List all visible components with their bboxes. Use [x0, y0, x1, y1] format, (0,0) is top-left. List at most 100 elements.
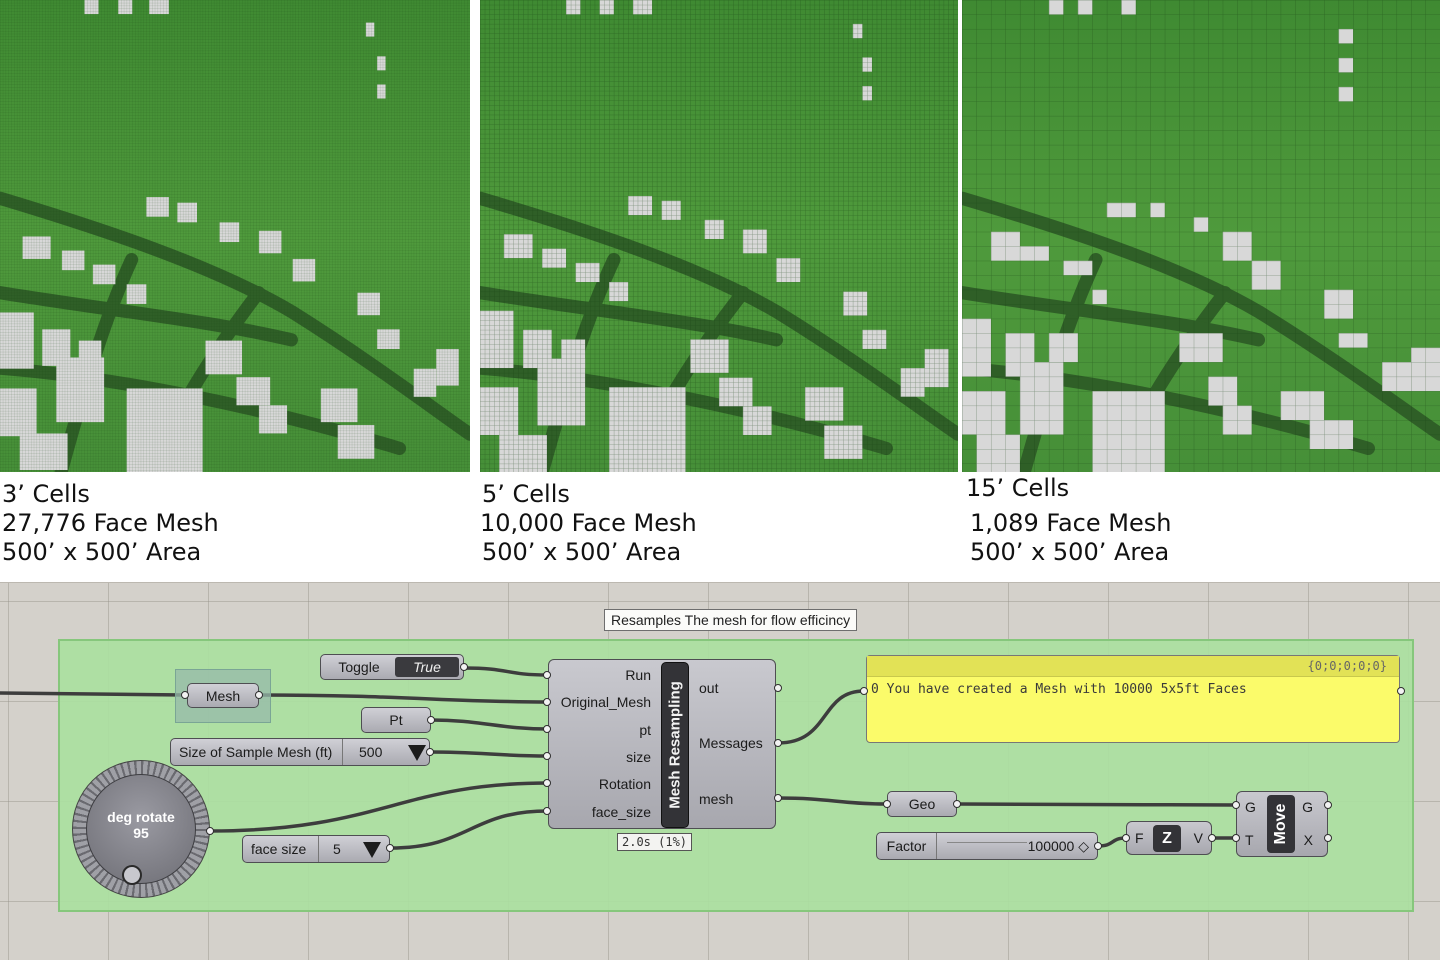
wire-toggle-run — [462, 666, 550, 677]
mesh-grid — [0, 0, 470, 472]
input-rotation[interactable]: Rotation — [599, 776, 651, 792]
dial-output-grip[interactable] — [206, 827, 214, 835]
caption-face-count: 1,089 Face Mesh — [970, 509, 1172, 537]
rotation-dial[interactable]: deg rotate 95 — [86, 774, 196, 884]
mesh-resampling-component[interactable]: Run Original_Mesh pt size Rotation face_… — [548, 659, 776, 829]
input-original-mesh[interactable]: Original_Mesh — [561, 694, 651, 710]
output-messages[interactable]: Messages — [699, 735, 763, 751]
output-mesh[interactable]: mesh — [699, 791, 733, 807]
toggle-output-grip[interactable] — [460, 663, 468, 671]
message-panel[interactable]: {0;0;0;0;0} 0 You have created a Mesh wi… — [866, 655, 1400, 743]
face-size-output-grip[interactable] — [386, 844, 394, 852]
figure-root: 3’ Cells 27,776 Face Mesh 500’ x 500’ Ar… — [0, 0, 1440, 960]
panel-input-grip[interactable] — [860, 687, 868, 695]
run-input-grip[interactable] — [543, 671, 551, 679]
move-component[interactable]: G T Move G X — [1236, 791, 1328, 857]
toggle-label: Toggle — [338, 659, 380, 675]
pt-input-grip[interactable] — [543, 725, 551, 733]
unit-z-input-label[interactable]: F — [1135, 830, 1144, 846]
component-name: Mesh Resampling — [666, 681, 684, 809]
slider-track[interactable] — [947, 842, 1027, 852]
face-size-number-slider[interactable]: face size 5 — [242, 835, 390, 863]
caption-5ft: 5’ Cells 10,000 Face Mesh 500’ x 500’ Ar… — [480, 480, 697, 567]
factor-number-slider[interactable]: Factor 100000 ◇ — [876, 832, 1098, 860]
component-name-bar: Mesh Resampling — [661, 662, 689, 828]
caption-area: 500’ x 500’ Area — [482, 538, 682, 566]
wire-geo-move — [955, 802, 1238, 807]
profiler-timing: 2.0s (1%) — [617, 833, 693, 851]
caption-cell-size: 3’ Cells — [2, 480, 90, 508]
wire-pt — [429, 718, 550, 731]
caption-face-count: 27,776 Face Mesh — [2, 509, 219, 537]
geometry-parameter[interactable]: Geo — [887, 791, 957, 817]
wire-facesize — [388, 809, 550, 850]
geo-output-grip[interactable] — [953, 800, 961, 808]
mesh-input-grip[interactable] — [181, 691, 189, 699]
original-mesh-input-grip[interactable] — [543, 698, 551, 706]
move-output-transform[interactable]: X — [1304, 832, 1313, 848]
caption-area: 500’ x 500’ Area — [2, 538, 202, 566]
caption-cell-size: 5’ Cells — [482, 480, 570, 508]
input-run[interactable]: Run — [625, 667, 651, 683]
size-slider-label: Size of Sample Mesh (ft) — [171, 739, 343, 765]
input-size[interactable]: size — [626, 749, 651, 765]
messages-output-grip[interactable] — [774, 739, 782, 747]
dropdown-arrow-icon[interactable] — [363, 842, 381, 858]
pt-param-label: Pt — [389, 712, 403, 728]
mesh-output-grip[interactable] — [255, 691, 263, 699]
move-x-output-grip[interactable] — [1324, 834, 1332, 842]
size-number-slider[interactable]: Size of Sample Mesh (ft) 500 — [170, 738, 430, 766]
unit-z-component[interactable]: F Z V — [1126, 821, 1212, 855]
wire-messages-panel — [776, 689, 866, 745]
boolean-toggle[interactable]: Toggle True — [320, 654, 464, 680]
grasshopper-canvas[interactable]: Resamples The mesh for flow efficincy To… — [0, 582, 1440, 960]
geo-input-grip[interactable] — [883, 800, 891, 808]
factor-value[interactable]: 100000 ◇ — [1028, 838, 1089, 855]
move-input-geometry[interactable]: G — [1245, 799, 1256, 815]
wire-dial-rotation — [208, 781, 550, 833]
move-name: Move — [1272, 803, 1289, 845]
input-pt[interactable]: pt — [639, 722, 651, 738]
mesh-param-label: Mesh — [205, 687, 241, 704]
rotation-input-grip[interactable] — [543, 779, 551, 787]
panel-output-grip[interactable] — [1397, 687, 1405, 695]
mesh-output-grip[interactable] — [774, 794, 782, 802]
size-input-grip[interactable] — [543, 752, 551, 760]
face-size-input-grip[interactable] — [543, 807, 551, 815]
face-size-value[interactable]: 5 — [319, 841, 341, 857]
geo-param-label: Geo — [908, 796, 936, 812]
wire-mesh-original — [257, 693, 550, 704]
output-out[interactable]: out — [699, 680, 718, 696]
panel-line: 0 You have created a Mesh with 10000 5x5… — [871, 682, 1247, 697]
input-face-size[interactable]: face_size — [592, 804, 651, 820]
factor-output-grip[interactable] — [1094, 842, 1102, 850]
panel-line-index: 0 — [871, 682, 879, 697]
mesh-image-15ft — [962, 0, 1440, 472]
face-size-label: face size — [243, 836, 319, 862]
mesh-parameter[interactable]: Mesh — [187, 683, 259, 708]
move-input-translation[interactable]: T — [1245, 832, 1254, 848]
dial-knob-icon[interactable] — [122, 865, 142, 885]
dial-label: deg rotate — [107, 809, 175, 825]
size-slider-value[interactable]: 500 — [343, 744, 382, 760]
move-g-output-grip[interactable] — [1324, 801, 1332, 809]
move-t-input-grip[interactable] — [1232, 834, 1240, 842]
mesh-grid — [480, 0, 958, 472]
toggle-value[interactable]: True — [395, 657, 459, 677]
caption-cell-size: 15’ Cells — [966, 474, 1070, 502]
mesh-image-3ft — [0, 0, 470, 472]
point-parameter[interactable]: Pt — [361, 707, 431, 733]
size-output-grip[interactable] — [426, 748, 434, 756]
out-output-grip[interactable] — [774, 684, 782, 692]
unit-z-output-grip[interactable] — [1208, 834, 1216, 842]
pt-output-grip[interactable] — [427, 716, 435, 724]
wire-external-mesh — [0, 691, 187, 697]
unit-z-input-grip[interactable] — [1122, 834, 1130, 842]
move-g-input-grip[interactable] — [1232, 801, 1240, 809]
unit-z-output-label[interactable]: V — [1194, 830, 1203, 846]
move-name-bar: Move — [1267, 795, 1295, 853]
move-output-geometry[interactable]: G — [1302, 799, 1313, 815]
dropdown-arrow-icon[interactable] — [408, 745, 426, 761]
panel-line-text: You have created a Mesh with 10000 5x5ft… — [886, 682, 1247, 697]
caption-3ft: 3’ Cells 27,776 Face Mesh 500’ x 500’ Ar… — [2, 480, 219, 567]
